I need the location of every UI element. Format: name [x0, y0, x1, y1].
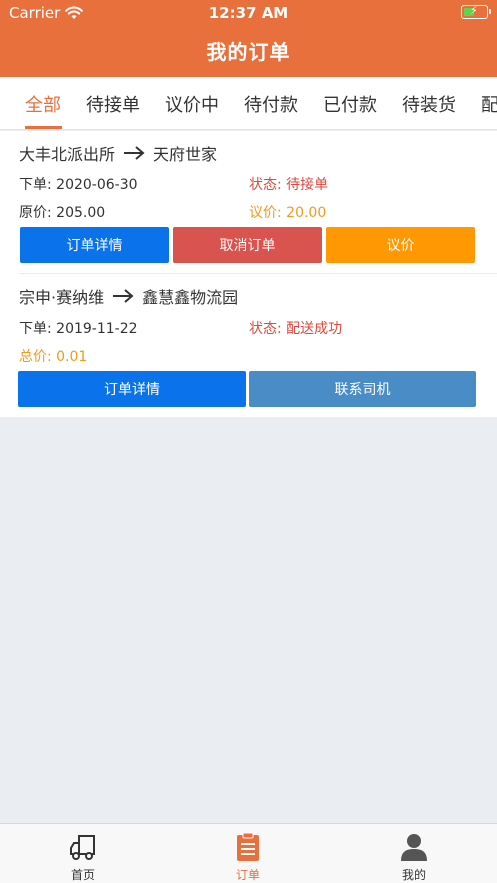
- total-price: 总价: 0.01: [19, 346, 87, 366]
- page-title: 我的订单: [206, 40, 291, 64]
- status-time: 12:37 AM: [208, 4, 289, 22]
- active-tab-indicator: [25, 126, 62, 129]
- order-route: 大丰北派出所 天府世家: [19, 141, 217, 165]
- order-card: 宗申·赛纳维 鑫慧鑫物流园 下单: 2019-11-22 状态: 配送成功 总价…: [0, 274, 497, 417]
- tab-paid[interactable]: 已付款: [323, 91, 377, 117]
- total-price-label: 总价:: [19, 349, 52, 365]
- order-status-value: 配送成功: [286, 321, 343, 337]
- tabbar-orders[interactable]: 订单: [208, 832, 288, 883]
- original-price-value: 205.00: [56, 205, 106, 221]
- order-date: 下单: 2019-11-22: [19, 318, 138, 338]
- truck-icon: [70, 835, 95, 860]
- order-date: 下单: 2020-06-30: [19, 174, 138, 194]
- order-status-label: 状态:: [249, 321, 282, 337]
- order-date-label: 下单:: [19, 321, 52, 337]
- route-to: 天府世家: [153, 145, 218, 164]
- order-tabs: 全部 待接单 议价中 待付款 已付款 待装货 配: [0, 77, 497, 130]
- order-date-label: 下单:: [19, 177, 52, 193]
- order-date-value: 2019-11-22: [56, 321, 138, 337]
- bargain-button[interactable]: 议价: [326, 227, 475, 263]
- tab-delivery[interactable]: 配: [481, 91, 497, 117]
- tab-bargaining[interactable]: 议价中: [165, 91, 219, 117]
- route-to: 鑫慧鑫物流园: [142, 288, 239, 307]
- header: Carrier 12:37 AM ⚡ 我的订单: [0, 0, 497, 77]
- arrow-right-icon: [113, 289, 134, 303]
- arrow-right-icon: [124, 146, 145, 160]
- route-from: 大丰北派出所: [19, 145, 116, 164]
- bargain-price: 议价: 20.00: [249, 202, 326, 222]
- person-icon: [401, 834, 427, 861]
- tabbar-profile[interactable]: 我的: [374, 832, 454, 883]
- order-date-value: 2020-06-30: [56, 177, 138, 193]
- original-price: 原价: 205.00: [19, 202, 105, 222]
- order-status: 状态: 待接单: [249, 174, 328, 194]
- cancel-order-button[interactable]: 取消订单: [173, 227, 322, 263]
- order-list: 大丰北派出所 天府世家 下单: 2020-06-30 状态: 待接单 原价: 2…: [0, 131, 497, 417]
- original-price-label: 原价:: [19, 205, 52, 221]
- order-status-value: 待接单: [286, 177, 329, 193]
- tab-awaiting-payment[interactable]: 待付款: [244, 91, 298, 117]
- tabbar-home-label: 首页: [70, 868, 95, 882]
- bottom-tab-bar: 首页 订单 我的: [0, 823, 497, 883]
- tab-awaiting-accept[interactable]: 待接单: [86, 91, 140, 117]
- status-bar: Carrier 12:37 AM ⚡: [0, 0, 497, 26]
- bargain-price-label: 议价:: [249, 205, 282, 221]
- order-status: 状态: 配送成功: [249, 318, 342, 338]
- order-route: 宗申·赛纳维 鑫慧鑫物流园: [19, 284, 238, 308]
- contact-driver-button[interactable]: 联系司机: [249, 371, 476, 407]
- route-from: 宗申·赛纳维: [19, 288, 105, 307]
- battery-icon: ⚡: [461, 4, 491, 19]
- tabbar-orders-label: 订单: [235, 868, 260, 882]
- bargain-price-value: 20.00: [286, 205, 327, 221]
- clipboard-icon: [237, 832, 259, 861]
- tabbar-profile-label: 我的: [401, 868, 426, 882]
- order-details-button[interactable]: 订单详情: [18, 371, 246, 407]
- tab-all[interactable]: 全部: [25, 91, 61, 117]
- order-status-label: 状态:: [249, 177, 282, 193]
- order-details-button[interactable]: 订单详情: [20, 227, 169, 263]
- total-price-value: 0.01: [56, 349, 88, 365]
- tabbar-home[interactable]: 首页: [43, 832, 123, 883]
- order-card: 大丰北派出所 天府世家 下单: 2020-06-30 状态: 待接单 原价: 2…: [0, 131, 497, 273]
- tab-awaiting-loading[interactable]: 待装货: [402, 91, 456, 117]
